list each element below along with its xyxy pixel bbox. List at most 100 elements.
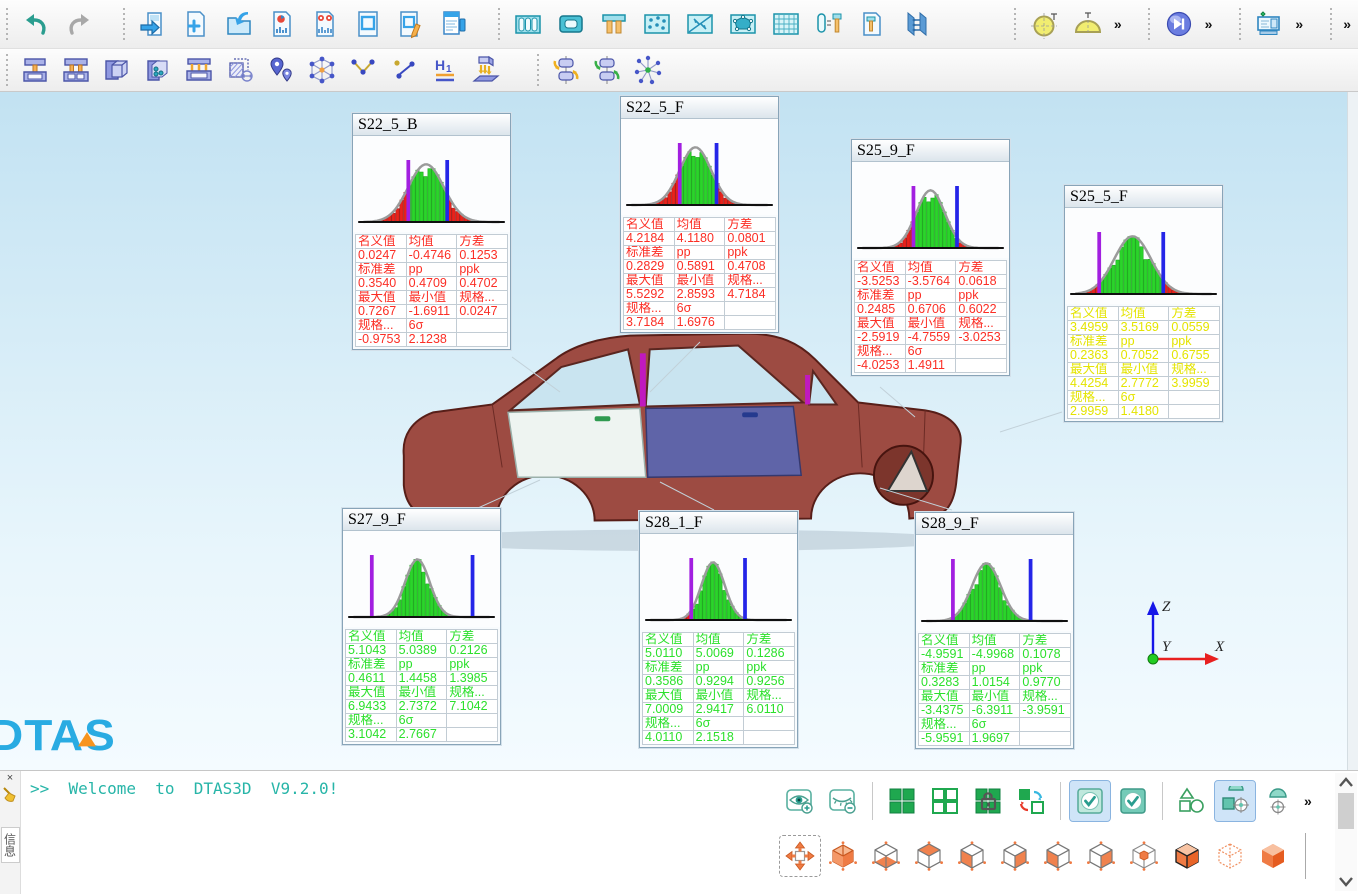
toolbar-grip-handle[interactable] xyxy=(496,8,501,40)
view-right-icon[interactable] xyxy=(995,836,1035,876)
scrollbar-thumb[interactable] xyxy=(1338,793,1354,829)
shape-semicircle-target-icon[interactable] xyxy=(1258,781,1298,821)
apply-check-light-icon[interactable] xyxy=(1070,781,1110,821)
feature-planes-icon[interactable] xyxy=(895,4,935,44)
shapes-filled-icon[interactable] xyxy=(1215,781,1255,821)
panel-title[interactable]: S25_5_F xyxy=(1065,186,1222,208)
fixture-clamp-double-icon[interactable] xyxy=(57,51,95,89)
feature-cylinders-icon[interactable] xyxy=(508,4,548,44)
toolbar-grip-handle[interactable] xyxy=(1147,8,1152,40)
message-console[interactable]: × 信息 >> Welcome to DTAS3D V9.2.0! » xyxy=(0,770,1358,894)
panel-title[interactable]: S28_9_F xyxy=(916,513,1073,535)
export-model-icon[interactable] xyxy=(133,4,173,44)
playback-icon[interactable] xyxy=(1159,4,1199,44)
view-iso-icon[interactable] xyxy=(823,836,863,876)
measurement-panel-S22_5_B[interactable]: S22_5_B名义值均值方差0.0247-0.47460.1253标准差pppp… xyxy=(352,113,511,350)
point-line-icon[interactable] xyxy=(385,51,423,89)
h1-levels-icon[interactable]: H1 xyxy=(426,51,464,89)
gravity-cube-icon[interactable] xyxy=(467,51,505,89)
view-back-icon[interactable] xyxy=(1081,836,1121,876)
redo-icon[interactable] xyxy=(59,4,99,44)
toolbar-grip-handle[interactable] xyxy=(121,8,126,40)
undo-icon[interactable] xyxy=(16,4,56,44)
view-left-icon[interactable] xyxy=(952,836,992,876)
star-network-icon[interactable] xyxy=(629,51,667,89)
overflow-chevron[interactable]: » xyxy=(1202,16,1216,32)
rotate-cylinder-yellow-icon[interactable] xyxy=(547,51,585,89)
quad-outline-icon[interactable] xyxy=(925,781,965,821)
model-doc-icon[interactable] xyxy=(348,4,388,44)
hex-network-icon[interactable] xyxy=(303,51,341,89)
feature-mesh-icon[interactable] xyxy=(766,4,806,44)
gdt-semicircle-icon[interactable] xyxy=(1068,4,1108,44)
scroll-up-icon[interactable] xyxy=(1335,773,1357,791)
view-bottom-icon[interactable] xyxy=(866,836,906,876)
toolbar-grip-handle[interactable] xyxy=(535,54,540,86)
view-top-icon[interactable] xyxy=(909,836,949,876)
measurement-panel-S22_5_F[interactable]: S22_5_F名义值均值方差4.21844.11800.0801标准差ppppk… xyxy=(620,96,779,333)
open-model-icon[interactable] xyxy=(219,4,259,44)
cube-plane-icon[interactable] xyxy=(98,51,136,89)
feature-measure-plane-icon[interactable] xyxy=(680,4,720,44)
quad-lock-icon[interactable] xyxy=(968,781,1008,821)
feature-slot-icon[interactable] xyxy=(551,4,591,44)
quad-filled-icon[interactable] xyxy=(882,781,922,821)
report-compare-icon[interactable] xyxy=(305,4,345,44)
panel-title[interactable]: S22_5_B xyxy=(353,114,510,136)
panel-title[interactable]: S25_9_F xyxy=(852,140,1009,162)
edit-doc-icon[interactable] xyxy=(391,4,431,44)
pan-view-icon[interactable] xyxy=(780,836,820,876)
vector-angle-icon[interactable] xyxy=(344,51,382,89)
measurement-panel-S25_5_F[interactable]: S25_5_F名义值均值方差3.49593.51690.0559标准差ppppk… xyxy=(1064,185,1223,422)
overflow-chevron[interactable]: » xyxy=(1340,16,1354,32)
fixture-clamp-icon[interactable] xyxy=(16,51,54,89)
feature-points-icon[interactable] xyxy=(637,4,677,44)
clear-console-broom-icon[interactable] xyxy=(2,787,18,808)
measurement-panel-S28_9_F[interactable]: S28_9_F名义值均值方差-4.9591-4.99680.1078标准差ppp… xyxy=(915,512,1074,749)
toolbar-grip-handle[interactable] xyxy=(1013,8,1018,40)
report-chart-icon[interactable] xyxy=(262,4,302,44)
toolbar-grip-handle[interactable] xyxy=(1328,8,1333,40)
tab-info[interactable]: 信息 xyxy=(1,827,20,863)
3d-viewport[interactable]: Z Y X DTAS S22_5_B名义值均值方差0.0247-0.47460.… xyxy=(0,92,1348,770)
new-file-icon[interactable] xyxy=(176,4,216,44)
view-front-icon[interactable] xyxy=(1038,836,1078,876)
measurement-panel-S28_1_F[interactable]: S28_1_F名义值均值方差5.01105.00690.1286标准差ppppk… xyxy=(639,511,798,748)
feature-pin-slot-icon[interactable] xyxy=(809,4,849,44)
cube-dice-icon[interactable] xyxy=(139,51,177,89)
shapes-outline-icon[interactable] xyxy=(1172,781,1212,821)
panel-title[interactable]: S27_9_F xyxy=(343,509,500,531)
feature-pin-doc-icon[interactable] xyxy=(852,4,892,44)
display-wireframe-icon[interactable] xyxy=(1210,836,1250,876)
measurement-panel-S27_9_F[interactable]: S27_9_F名义值均值方差5.10435.03890.2126标准差ppppk… xyxy=(342,508,501,745)
measurement-panel-S25_9_F[interactable]: S25_9_F名义值均值方差-3.5253-3.57640.0618标准差ppp… xyxy=(851,139,1010,376)
apply-check-dark-icon[interactable] xyxy=(1113,781,1153,821)
feature-polygon-icon[interactable] xyxy=(723,4,763,44)
toolbar-grip-handle[interactable] xyxy=(4,54,9,86)
console-scrollbar[interactable] xyxy=(1335,773,1357,891)
scroll-down-icon[interactable] xyxy=(1335,873,1357,891)
locate-pins-icon[interactable] xyxy=(262,51,300,89)
show-add-icon[interactable] xyxy=(780,781,820,821)
overflow-chevron[interactable]: » xyxy=(1292,16,1306,32)
display-solid-icon[interactable] xyxy=(1253,836,1293,876)
feature-tab-icon[interactable] xyxy=(594,4,634,44)
quad-swap-icon[interactable] xyxy=(1011,781,1051,821)
overflow-chevron[interactable]: » xyxy=(1111,16,1125,32)
close-icon[interactable]: × xyxy=(7,773,13,784)
toolbar-grip-handle[interactable] xyxy=(1237,8,1242,40)
gdt-circle-icon[interactable] xyxy=(1025,4,1065,44)
hide-remove-icon[interactable] xyxy=(823,781,863,821)
rotate-cylinder-green-icon[interactable] xyxy=(588,51,626,89)
spec-doc-icon[interactable] xyxy=(434,4,474,44)
panel-title[interactable]: S28_1_F xyxy=(640,512,797,534)
fixture-press-icon[interactable] xyxy=(180,51,218,89)
toolbar-grip-handle[interactable] xyxy=(4,8,9,40)
display-shaded-icon[interactable] xyxy=(1167,836,1207,876)
stat-label: 最大值 xyxy=(855,317,906,331)
cube-measure-icon[interactable] xyxy=(221,51,259,89)
view-center-icon[interactable] xyxy=(1124,836,1164,876)
overflow-chevron[interactable]: » xyxy=(1301,793,1315,809)
panel-title[interactable]: S22_5_F xyxy=(621,97,778,119)
machine-icon[interactable] xyxy=(1249,4,1289,44)
